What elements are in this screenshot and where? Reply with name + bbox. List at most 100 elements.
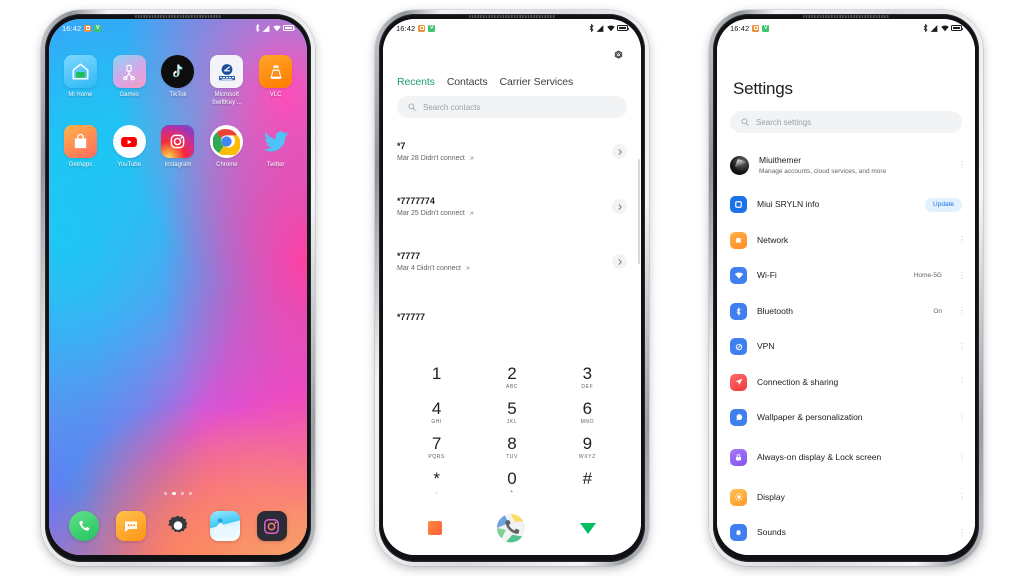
settings-row-title: Wi-Fi xyxy=(757,270,777,281)
settings-row-text: Wi-Fi xyxy=(757,270,904,281)
recent-calls-list[interactable]: *7 Mar 28 Didn't connect *7777774 Mar 25… xyxy=(383,124,641,393)
app-icon-getapps[interactable]: GetApps xyxy=(56,125,105,170)
settings-row-title: Bluetooth xyxy=(757,305,793,316)
status-bar-left: 16:42 xyxy=(730,24,770,33)
app-icon-vlc[interactable]: VLC xyxy=(251,55,300,107)
page-dot-active[interactable] xyxy=(172,491,176,495)
call-info: *7 Mar 28 Didn't connect xyxy=(397,141,612,162)
settings-row-vpn[interactable]: VPN ⋮ xyxy=(717,329,975,365)
settings-row-bluetooth[interactable]: Bluetooth On ⋮ xyxy=(717,294,975,330)
account-avatar xyxy=(730,155,749,175)
app-icon-twitter[interactable]: Twitter xyxy=(251,125,300,170)
key-digit: 8 xyxy=(507,434,517,453)
dock-messages-icon[interactable] xyxy=(116,511,147,541)
dock-gallery-icon[interactable] xyxy=(209,511,240,541)
app-icon-chrome[interactable]: Chrome xyxy=(202,125,251,170)
dialpad-key-6[interactable]: 6 MNO xyxy=(550,396,625,429)
app-icon-mi-home[interactable]: Mi Home xyxy=(56,55,105,107)
phone-2-screen: 16:42 V Recents Contacts Carrier Service… xyxy=(383,19,641,555)
call-log-row[interactable]: *7777 Mar 4 Didn't connect xyxy=(383,234,641,289)
call-log-row[interactable]: *7 Mar 28 Didn't connect xyxy=(383,124,641,179)
settings-row-account[interactable]: Miuithemer Manage accounts, cloud servic… xyxy=(717,143,975,187)
app-icon-games[interactable]: Games xyxy=(105,55,154,107)
notification-orange-icon xyxy=(418,24,426,32)
page-dot[interactable] xyxy=(180,491,184,495)
bluetooth-icon xyxy=(589,24,594,32)
tab-carrier-services[interactable]: Carrier Services xyxy=(499,76,573,88)
signal-icon xyxy=(262,24,270,32)
update-badge[interactable]: Update xyxy=(925,197,962,212)
dialpad-key-hash[interactable]: # xyxy=(550,466,625,499)
settings-row-display[interactable]: Display ⋮ xyxy=(717,480,975,516)
settings-row-wifi[interactable]: Wi-Fi Home-5G ⋮ xyxy=(717,258,975,294)
call-details-button[interactable] xyxy=(612,254,627,269)
dialpad-key-9[interactable]: 9 WXYZ xyxy=(550,431,625,464)
wifi-icon xyxy=(940,25,949,31)
app-label: YouTube xyxy=(117,162,141,168)
settings-row-wallpaper[interactable]: Wallpaper & personalization ⋮ xyxy=(717,400,975,436)
status-bar-right xyxy=(255,24,295,32)
app-label: GetApps xyxy=(68,162,93,168)
call-fab-icon[interactable] xyxy=(496,513,526,543)
status-bar-right xyxy=(589,24,629,32)
app-icon-tiktok[interactable]: TikTok xyxy=(154,55,203,107)
dialpad-key-4[interactable]: 4 GHI xyxy=(399,396,474,429)
more-dots-icon: ⋮ xyxy=(958,527,966,537)
tab-contacts[interactable]: Contacts xyxy=(447,76,488,88)
dock-camera-icon[interactable] xyxy=(256,511,287,541)
page-dot[interactable] xyxy=(188,491,192,495)
dialpad-key-1[interactable]: 1 xyxy=(399,361,474,394)
dock-settings-gear-icon[interactable] xyxy=(163,511,193,541)
sounds-icon xyxy=(730,524,747,542)
orange-square-icon[interactable] xyxy=(428,521,442,535)
dialpad-key-5[interactable]: 5 JKL xyxy=(474,396,549,429)
vpn-icon xyxy=(730,338,747,356)
call-info: *7777 Mar 4 Didn't connect xyxy=(397,251,612,272)
call-details-button[interactable] xyxy=(612,144,627,159)
app-label: Chrome xyxy=(216,162,238,168)
list-scrollbar[interactable] xyxy=(637,159,640,264)
app-label: Twitter xyxy=(266,162,285,168)
phone-2-bezel: 16:42 V Recents Contacts Carrier Service… xyxy=(379,14,645,562)
search-contacts-field[interactable]: Search contacts xyxy=(397,96,627,118)
app-icon-instagram[interactable]: Instagram xyxy=(154,125,203,170)
dialpad-key-star[interactable]: *, xyxy=(399,466,474,499)
vlc-icon xyxy=(259,55,293,88)
dialpad-key-3[interactable]: 3 DEF xyxy=(550,361,625,394)
dialpad-key-7[interactable]: 7 PQRS xyxy=(399,431,474,464)
network-icon xyxy=(730,231,747,249)
settings-row-sounds[interactable]: Sounds ⋮ xyxy=(717,515,975,551)
key-digit: 3 xyxy=(582,364,593,383)
chevron-down-icon[interactable] xyxy=(580,522,596,534)
gear-icon xyxy=(614,50,622,59)
miui-info-icon xyxy=(730,196,747,214)
dialpad-key-0[interactable]: 0 + xyxy=(474,466,549,499)
app-icon-swiftkey[interactable]: Microsoft SwiftKey ... xyxy=(202,55,251,107)
dialpad-key-2[interactable]: 2 ABC xyxy=(474,361,549,394)
call-log-row[interactable]: *7777774 Mar 25 Didn't connect xyxy=(383,179,641,234)
dialpad-key-8[interactable]: 8 TUV xyxy=(474,431,549,464)
app-label: Instagram xyxy=(164,162,192,168)
call-log-row[interactable]: *77777 xyxy=(383,289,641,344)
search-settings-field[interactable]: Search settings xyxy=(730,111,962,133)
games-icon xyxy=(112,55,146,88)
notification-orange-icon xyxy=(752,24,760,32)
settings-row-aod-lockscreen[interactable]: Always-on display & Lock screen ⋮ xyxy=(717,436,975,480)
settings-row-network[interactable]: Network ⋮ xyxy=(717,223,975,259)
call-info: *7777774 Mar 25 Didn't connect xyxy=(397,196,612,217)
call-details-button[interactable] xyxy=(612,199,627,214)
tab-recents[interactable]: Recents xyxy=(397,76,435,88)
settings-row-miui-info[interactable]: Miui SRYLN info Update xyxy=(717,187,975,223)
settings-row-desc: Manage accounts, cloud services, and mor… xyxy=(759,167,887,175)
page-indicator xyxy=(49,491,307,495)
page-dot[interactable] xyxy=(164,491,168,495)
connection-sharing-icon xyxy=(730,373,747,391)
app-icon-youtube[interactable]: YouTube xyxy=(105,125,154,170)
bluetooth-icon xyxy=(923,24,928,32)
search-placeholder: Search settings xyxy=(756,117,812,127)
dock-phone-icon[interactable] xyxy=(69,511,100,541)
settings-row-text: Network xyxy=(757,235,948,246)
more-dots-icon: ⋮ xyxy=(958,377,966,387)
settings-row-connection-sharing[interactable]: Connection & sharing ⋮ xyxy=(717,365,975,401)
dialer-settings-button[interactable] xyxy=(609,45,627,63)
